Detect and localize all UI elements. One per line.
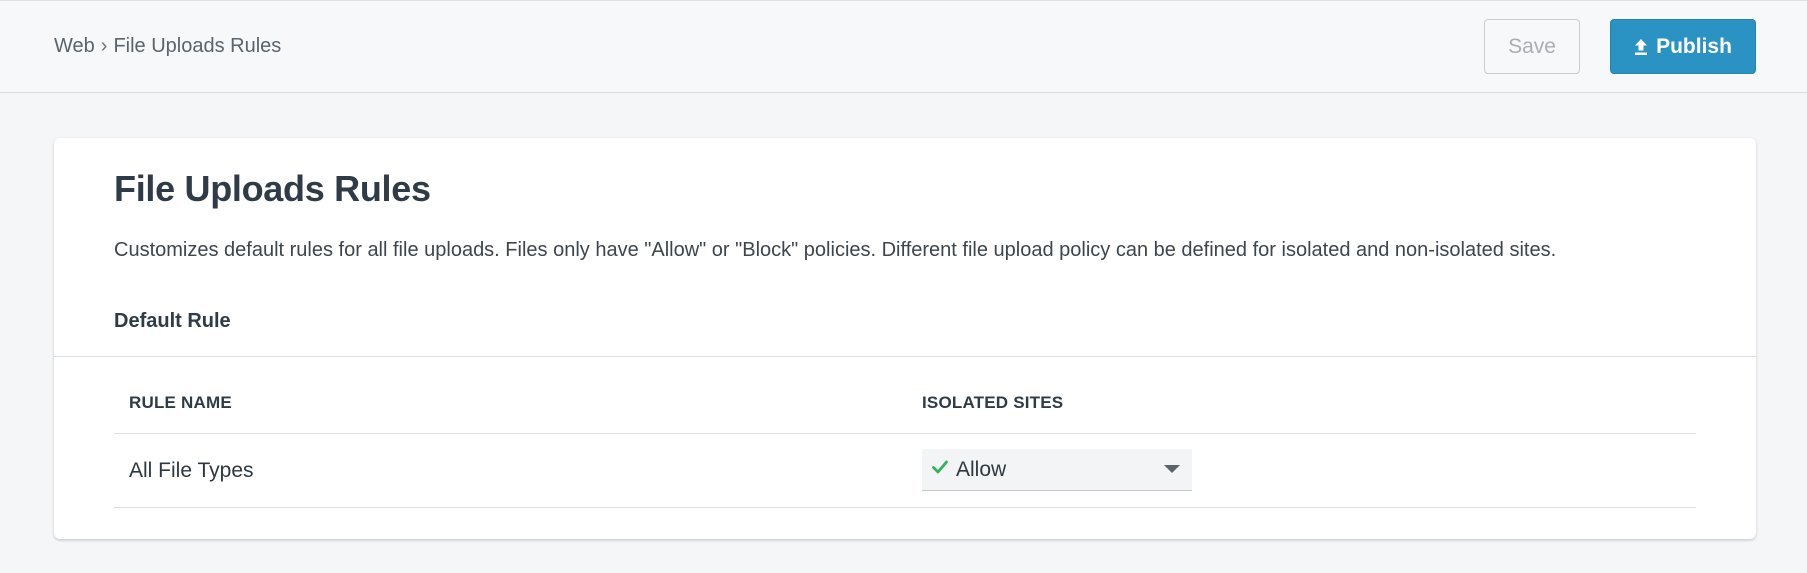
column-header-rule-name: RULE NAME [129,393,232,412]
breadcrumb-current: File Uploads Rules [113,35,282,57]
isolated-sites-policy-select[interactable]: Allow [922,449,1192,491]
rules-table: RULE NAME ISOLATED SITES All File Types … [114,357,1696,508]
column-header-isolated-sites: ISOLATED SITES [922,393,1064,412]
page-title: File Uploads Rules [114,168,431,209]
check-icon [932,460,948,479]
breadcrumb-separator: › [100,35,108,57]
save-button-label: Save [1508,34,1556,58]
publish-button-label: Publish [1656,34,1732,58]
breadcrumb: Web › File Uploads Rules [54,35,281,58]
section-title: Default Rule [114,310,231,332]
chevron-down-icon [1164,465,1180,473]
top-bar: Web › File Uploads Rules Save Publish [0,0,1807,93]
publish-button[interactable]: Publish [1610,19,1756,74]
table-row: All File Types Allow [114,434,1696,508]
page-description: Customizes default rules for all file up… [114,239,1557,261]
policy-select-value: Allow [956,457,1007,481]
table-header: RULE NAME ISOLATED SITES [114,357,1696,434]
save-button[interactable]: Save [1484,19,1580,74]
upload-icon [1634,38,1648,56]
rule-name-cell: All File Types [129,459,254,482]
rules-card: File Uploads Rules Customizes default ru… [54,138,1756,539]
breadcrumb-parent[interactable]: Web [54,35,95,58]
